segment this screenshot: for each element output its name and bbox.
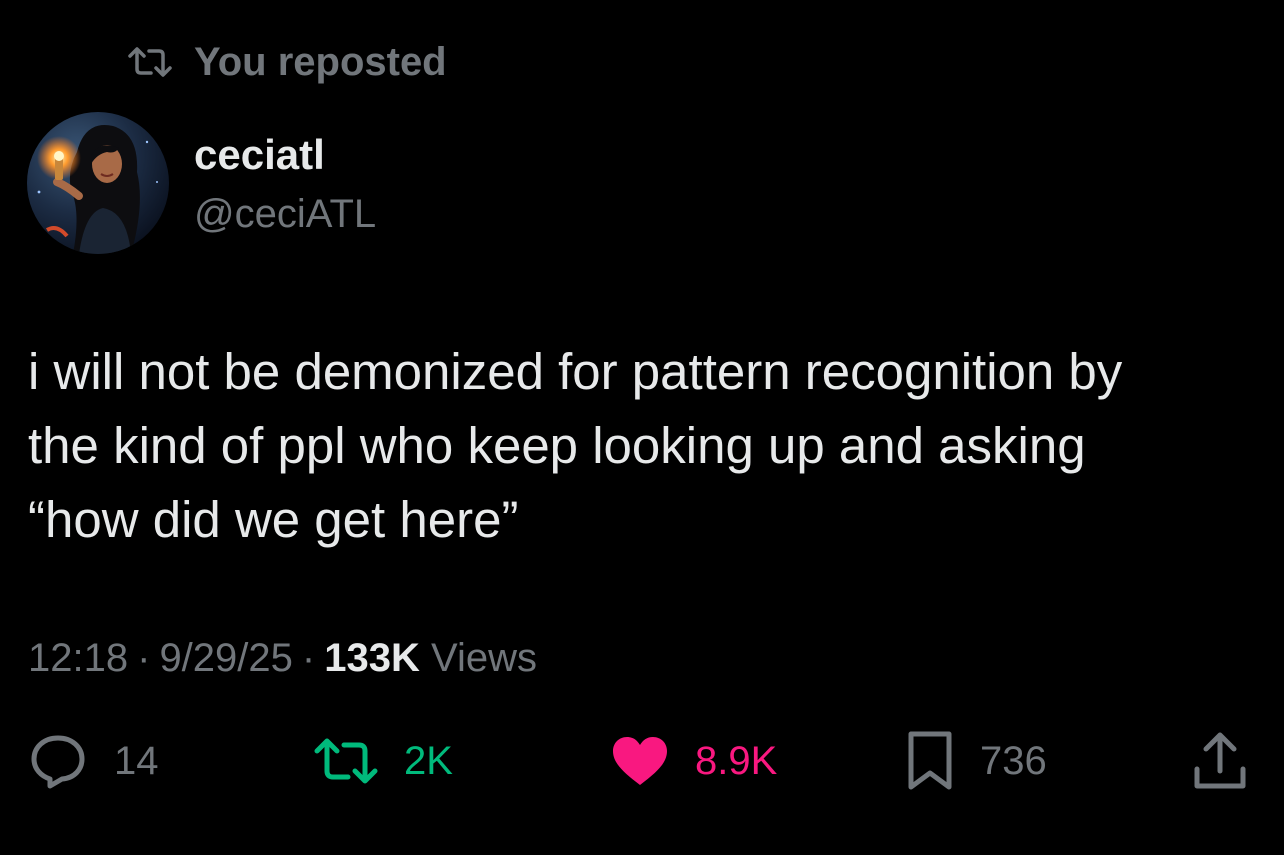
display-name[interactable]: ceciatl: [194, 130, 325, 180]
share-button[interactable]: [1192, 726, 1248, 796]
views-count[interactable]: 133K: [324, 636, 420, 680]
tweet-date[interactable]: 9/29/25: [159, 636, 292, 680]
share-icon: [1194, 732, 1246, 789]
repost-banner[interactable]: You reposted: [128, 40, 447, 84]
like-button[interactable]: 8.9K: [611, 726, 777, 796]
reply-count: 14: [114, 738, 159, 783]
separator: ·: [137, 636, 151, 680]
bookmark-button[interactable]: 736: [906, 726, 1047, 796]
repost-icon: [128, 47, 172, 77]
repost-button[interactable]: 2K: [314, 726, 453, 796]
tweet-metadata: 12:18 · 9/29/25 · 133K Views: [28, 632, 537, 684]
heart-icon: [613, 737, 667, 785]
reply-button[interactable]: 14: [28, 726, 159, 796]
tweet-time[interactable]: 12:18: [28, 636, 128, 680]
separator: ·: [301, 636, 316, 680]
repost-count: 2K: [404, 738, 453, 783]
bookmark-icon: [908, 731, 952, 790]
repost-icon: [314, 738, 378, 784]
repost-label: You reposted: [194, 39, 447, 84]
bookmark-count: 736: [980, 738, 1047, 783]
action-bar: 14 2K 8.9K 736: [0, 726, 1284, 796]
views-label: Views: [430, 636, 537, 680]
reply-icon: [31, 735, 85, 789]
like-count: 8.9K: [695, 738, 778, 783]
tweet-text: i will not be demonized for pattern reco…: [28, 343, 1123, 548]
avatar[interactable]: [27, 112, 169, 254]
user-handle[interactable]: @ceciATL: [194, 190, 376, 238]
